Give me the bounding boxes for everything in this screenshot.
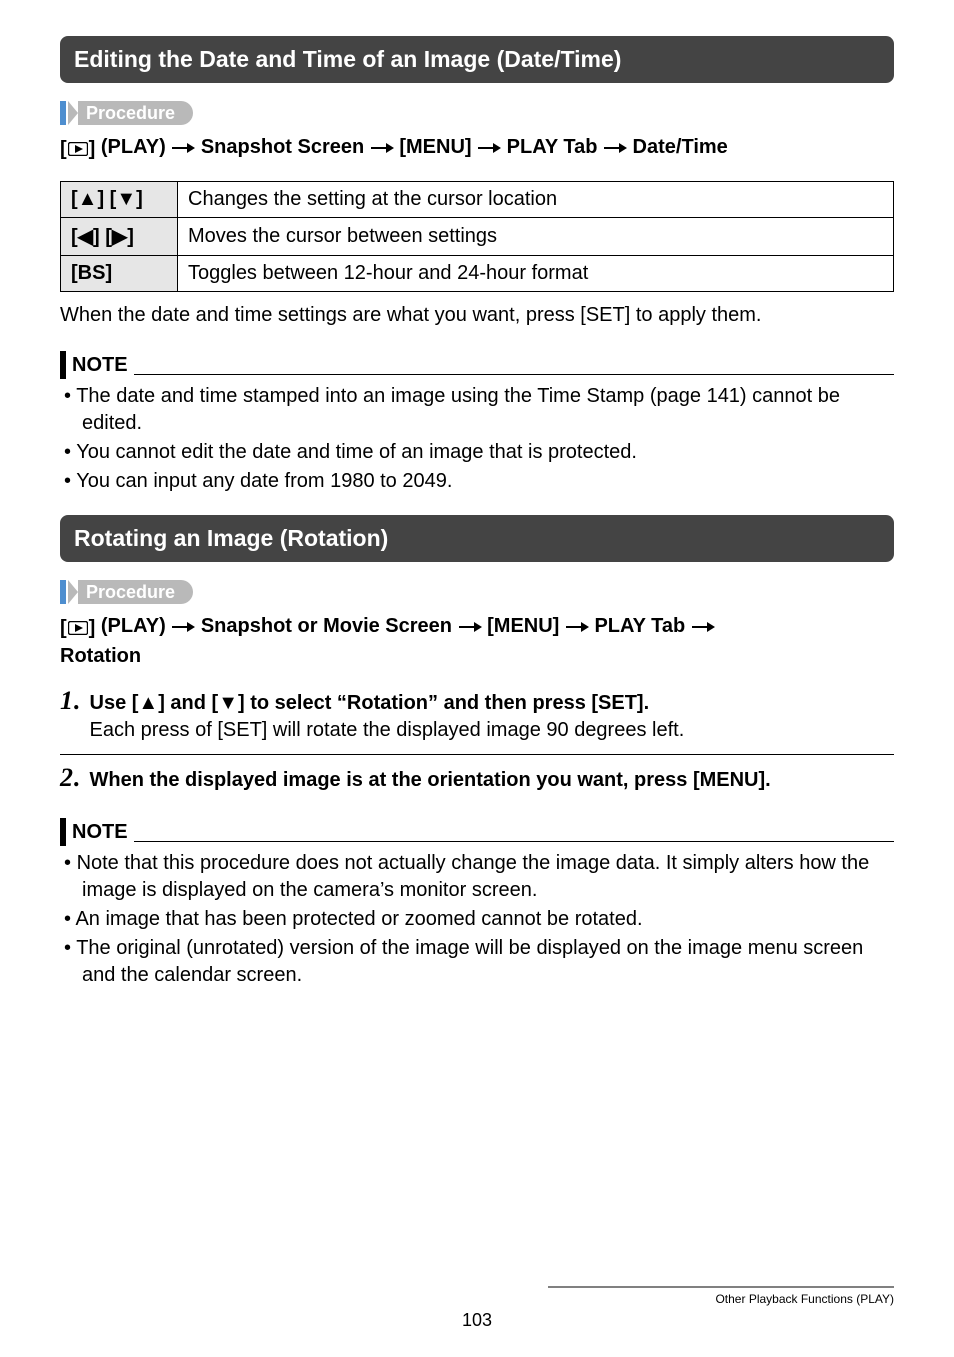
list-item: You cannot edit the date and time of an … [64, 439, 894, 466]
up-triangle-icon: ▲ [138, 692, 158, 714]
play-icon [68, 621, 88, 635]
procedure-tag-2: Procedure [60, 580, 894, 604]
val-cell: Changes the setting at the cursor locati… [178, 182, 894, 218]
proc1-end: Date/Time [627, 136, 728, 158]
step-number: 2. [60, 765, 80, 791]
proc1-snapshot: Snapshot Screen [195, 136, 370, 158]
footer-page-number: 103 [0, 1310, 954, 1331]
note-list-2: Note that this procedure does not actual… [60, 850, 894, 989]
step1-lead-a: Use [ [90, 692, 139, 714]
down-triangle-icon: ▼ [218, 692, 238, 714]
section-title-1: Editing the Date and Time of an Image (D… [60, 36, 894, 83]
list-item: Note that this procedure does not actual… [64, 850, 894, 904]
list-item: An image that has been protected or zoom… [64, 906, 894, 933]
list-item: You can input any date from 1980 to 2049… [64, 468, 894, 495]
settings-table: [▲] [▼] Changes the setting at the curso… [60, 181, 894, 292]
note-heading-2: NOTE [60, 818, 894, 846]
step-body: When the displayed image is at the orien… [90, 765, 771, 794]
arrow-icon [171, 142, 195, 154]
procedure-label: Procedure [78, 580, 193, 604]
step-1: 1. Use [▲] and [▼] to select “Rotation” … [60, 688, 894, 744]
list-item: The date and time stamped into an image … [64, 383, 894, 437]
note-rule [134, 841, 894, 842]
play-bracket-icon: [ ] [60, 135, 95, 163]
arrow-icon [171, 621, 195, 633]
arrow-icon [370, 142, 394, 154]
table-row: [◀] [▶] Moves the cursor between setting… [61, 218, 894, 256]
key-cell: [◀] [▶] [61, 218, 178, 256]
val-cell: Moves the cursor between settings [178, 218, 894, 256]
val-cell: Toggles between 12-hour and 24-hour form… [178, 256, 894, 292]
step-body: Use [▲] and [▼] to select “Rotation” and… [90, 688, 685, 744]
note-label: NOTE [72, 354, 128, 379]
key-cell: [▲] [▼] [61, 182, 178, 218]
proc1-menu: [MENU] [394, 136, 477, 158]
step1-body-text: Each press of [SET] will rotate the disp… [90, 719, 685, 741]
proc2-playtab: PLAY Tab [589, 615, 691, 637]
procedure-accent-bar [60, 101, 66, 125]
note-list-1: The date and time stamped into an image … [60, 383, 894, 495]
note-heading-1: NOTE [60, 351, 894, 379]
list-item: The original (unrotated) version of the … [64, 935, 894, 989]
procedure-wedge-icon [68, 580, 78, 604]
proc2-menu: [MENU] [482, 615, 565, 637]
step1-lead-b: ] and [ [158, 692, 218, 714]
proc1-play-label: (PLAY) [95, 136, 171, 158]
key-cell: [BS] [61, 256, 178, 292]
step2-lead: When the displayed image is at the orien… [90, 769, 771, 791]
step-number: 1. [60, 688, 80, 714]
procedure-wedge-icon [68, 101, 78, 125]
note-accent-bar [60, 351, 66, 379]
arrow-icon [603, 142, 627, 154]
procedure-path-1: [ ] (PLAY) Snapshot Screen [MENU] PLAY T… [60, 133, 894, 163]
table-row: [BS] Toggles between 12-hour and 24-hour… [61, 256, 894, 292]
arrow-icon [565, 621, 589, 633]
note-accent-bar [60, 818, 66, 846]
note-rule [134, 374, 894, 375]
arrow-icon [691, 621, 715, 633]
procedure-tag-1: Procedure [60, 101, 894, 125]
body-after-table: When the date and time settings are what… [60, 302, 894, 329]
step1-lead-c: ] to select “Rotation” and then press [S… [238, 692, 649, 714]
proc1-playtab: PLAY Tab [501, 136, 603, 158]
step-2: 2. When the displayed image is at the or… [60, 765, 894, 794]
play-bracket-icon: [ ] [60, 614, 95, 642]
proc2-play-label: (PLAY) [95, 615, 171, 637]
footer-right-text: Other Playback Functions (PLAY) [715, 1292, 894, 1306]
section-title-2: Rotating an Image (Rotation) [60, 515, 894, 562]
note-label: NOTE [72, 821, 128, 846]
page-footer: Other Playback Functions (PLAY) 103 [0, 1310, 954, 1331]
procedure-accent-bar [60, 580, 66, 604]
arrow-icon [458, 621, 482, 633]
step-separator [60, 754, 894, 755]
proc2-snapshot: Snapshot or Movie Screen [195, 615, 457, 637]
arrow-icon [477, 142, 501, 154]
procedure-path-2: [ ] (PLAY) Snapshot or Movie Screen [MEN… [60, 612, 894, 670]
play-icon [68, 142, 88, 156]
procedure-label: Procedure [78, 101, 193, 125]
footer-rule [548, 1286, 894, 1288]
proc2-end: Rotation [60, 645, 141, 667]
table-row: [▲] [▼] Changes the setting at the curso… [61, 182, 894, 218]
